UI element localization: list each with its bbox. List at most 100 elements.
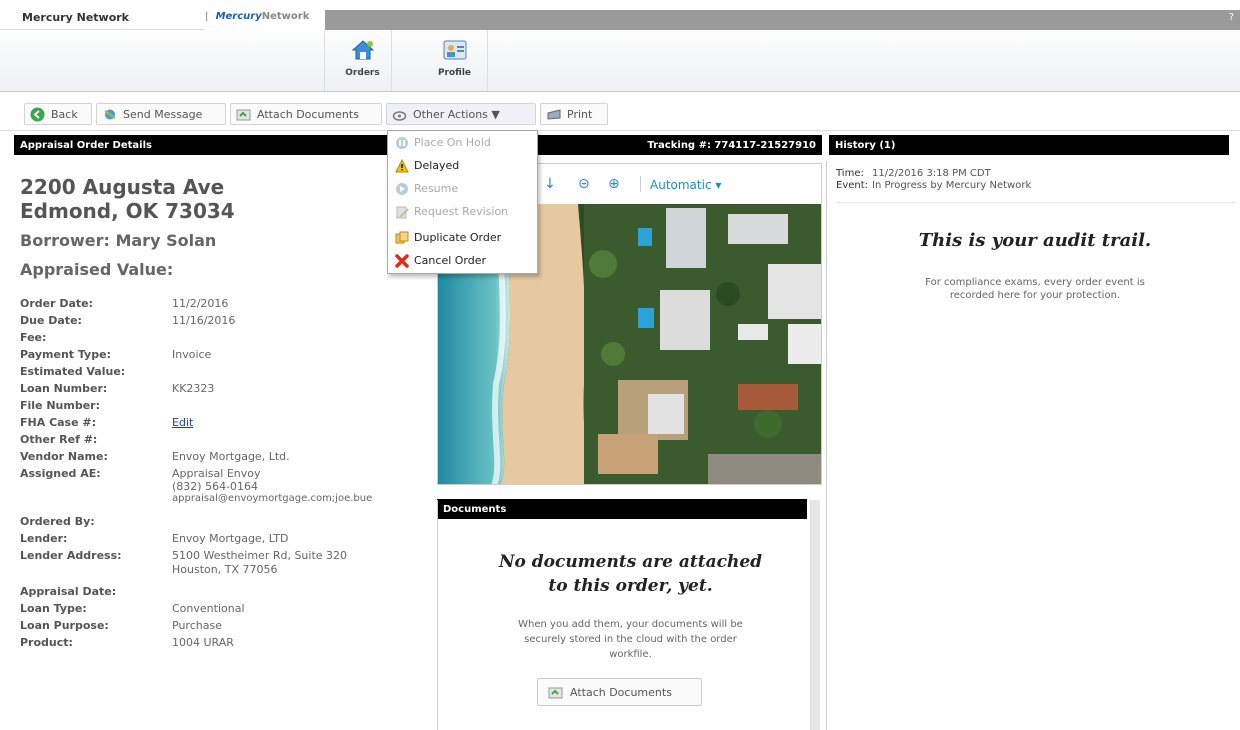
title-strip bbox=[325, 10, 1240, 30]
resume-icon bbox=[396, 183, 408, 195]
detail-label: Order Date: bbox=[20, 297, 94, 310]
detail-value: Purchase bbox=[172, 619, 222, 632]
documents-empty-title-2: to this order, yet. bbox=[548, 576, 713, 596]
top-bar: Mercury Network | MercuryNetwork ? bbox=[0, 0, 1240, 30]
audit-trail-text: For compliance exams, every order event … bbox=[870, 276, 1200, 302]
attach-documents-panel-button[interactable]: Attach Documents bbox=[537, 678, 702, 706]
attach-documents-button[interactable]: Attach Documents bbox=[230, 103, 382, 125]
detail-value: Envoy Mortgage, Ltd. bbox=[172, 450, 290, 463]
detail-value: Envoy Mortgage, LTD bbox=[172, 532, 289, 545]
tab-label-network: Network bbox=[261, 11, 310, 22]
profile-icon bbox=[443, 40, 466, 60]
orders-label: Orders bbox=[345, 68, 380, 78]
detail-label: Due Date: bbox=[20, 314, 82, 327]
print-label: Print bbox=[567, 108, 593, 121]
address-line-2: Edmond, OK 73034 bbox=[20, 199, 235, 223]
help-icon[interactable]: ? bbox=[1229, 12, 1234, 23]
attach-documents-panel-label: Attach Documents bbox=[570, 686, 672, 699]
menu-item-label: Delayed bbox=[414, 159, 460, 172]
documents-empty-text-1: When you add them, your documents will b… bbox=[518, 619, 743, 630]
send-message-icon bbox=[104, 109, 116, 120]
detail-value: Appraisal Envoy bbox=[172, 467, 261, 480]
detail-label: Product: bbox=[20, 636, 73, 649]
documents-empty-text-2: securely stored in the cloud with the or… bbox=[524, 634, 737, 645]
appraised-value: Appraised Value: bbox=[20, 260, 174, 279]
address-line-1: 2200 Augusta Ave bbox=[20, 175, 225, 199]
attach-documents-label: Attach Documents bbox=[257, 108, 359, 121]
menu-item-request-revision[interactable]: Request Revision bbox=[388, 200, 537, 224]
audit-trail-title: This is your audit trail. bbox=[918, 230, 1152, 251]
history-header: History (1) bbox=[829, 135, 1229, 155]
duplicate-icon bbox=[395, 231, 409, 244]
detail-label: Payment Type: bbox=[20, 348, 111, 361]
tab-separator: | bbox=[205, 11, 209, 22]
detail-label: File Number: bbox=[20, 399, 101, 412]
menu-item-label: Request Revision bbox=[414, 205, 509, 218]
map-mode-select[interactable]: Automatic ▾ bbox=[650, 178, 721, 192]
print-button[interactable]: Print bbox=[540, 103, 608, 125]
detail-label: Appraisal Date: bbox=[20, 585, 117, 598]
menu-item-label: Place On Hold bbox=[414, 136, 491, 149]
history-title: History (1) bbox=[835, 140, 896, 151]
action-toolbar: Back Send Message Attach Documents Other… bbox=[0, 97, 1240, 131]
mercury-network-tab[interactable]: | MercuryNetwork bbox=[205, 0, 325, 30]
place-on-hold-icon bbox=[396, 137, 408, 149]
documents-panel: No documents are attached to this order,… bbox=[437, 500, 822, 730]
history-time-label: Time: bbox=[836, 168, 864, 179]
map-toolbar-separator bbox=[640, 176, 641, 192]
detail-value: 1004 URAR bbox=[172, 636, 234, 649]
history-event-value: In Progress by Mercury Network bbox=[872, 180, 1032, 191]
map-download-icon[interactable]: ↓ bbox=[544, 176, 560, 192]
map-zoom-in-icon[interactable]: ⊕ bbox=[608, 176, 624, 192]
brand-label: Mercury Network bbox=[0, 0, 205, 30]
borrower-name: Borrower: Mary Solan bbox=[20, 231, 217, 250]
warning-icon bbox=[395, 159, 409, 173]
app-window: Mercury Network | MercuryNetwork ? Order… bbox=[0, 0, 1240, 730]
menu-item-delayed[interactable]: Delayed bbox=[388, 154, 537, 178]
send-message-button[interactable]: Send Message bbox=[96, 103, 226, 125]
detail-label: Vendor Name: bbox=[20, 450, 108, 463]
orders-button[interactable]: Orders bbox=[334, 30, 392, 91]
menu-item-resume[interactable]: Resume bbox=[388, 177, 537, 201]
documents-scrollbar[interactable] bbox=[810, 500, 820, 730]
menu-item-duplicate-order[interactable]: Duplicate Order bbox=[388, 226, 537, 250]
map-comment-icon[interactable]: ⊝ bbox=[578, 176, 594, 192]
detail-label: FHA Case #: bbox=[20, 416, 97, 429]
profile-label: Profile bbox=[437, 68, 472, 78]
documents-empty-text-3: workfile. bbox=[609, 649, 652, 660]
audit-text-line-2: recorded here for your protection. bbox=[949, 290, 1121, 301]
documents-empty-title-1: No documents are attached bbox=[498, 552, 763, 572]
tracking-number: Tracking #: 774117-21527910 bbox=[647, 140, 816, 151]
detail-label: Estimated Value: bbox=[20, 365, 126, 378]
detail-value: Conventional bbox=[172, 602, 245, 615]
other-actions-button[interactable]: Other Actions ▼ bbox=[386, 103, 536, 125]
detail-label: Lender Address: bbox=[20, 549, 122, 562]
history-time-value: 11/2/2016 3:18 PM CDT bbox=[872, 168, 991, 179]
menu-item-place-on-hold[interactable]: Place On Hold bbox=[388, 131, 537, 155]
cancel-icon bbox=[395, 254, 409, 268]
attach-icon bbox=[548, 687, 563, 699]
other-actions-icon bbox=[392, 111, 407, 121]
detail-label: Loan Number: bbox=[20, 382, 108, 395]
detail-value: appraisal@envoymortgage.com;joe.bue bbox=[172, 493, 373, 504]
detail-label: Fee: bbox=[20, 331, 47, 344]
detail-label: Lender: bbox=[20, 532, 68, 545]
profile-button[interactable]: Profile bbox=[422, 30, 488, 91]
back-button[interactable]: Back bbox=[24, 103, 92, 125]
menu-item-cancel-order[interactable]: Cancel Order bbox=[388, 249, 537, 273]
detail-value: 11/2/2016 bbox=[172, 297, 229, 310]
tab-label-mercury: Mercury bbox=[215, 11, 262, 22]
back-arrow-icon bbox=[30, 107, 45, 122]
detail-value: Houston, TX 77056 bbox=[172, 563, 278, 576]
detail-value: KK2323 bbox=[172, 382, 215, 395]
fha-edit-link[interactable]: Edit bbox=[172, 416, 193, 429]
back-label: Back bbox=[51, 108, 78, 121]
detail-label: Ordered By: bbox=[20, 515, 95, 528]
detail-label: Loan Purpose: bbox=[20, 619, 109, 632]
order-details-panel: 2200 Augusta Ave Edmond, OK 73034 Borrow… bbox=[14, 155, 434, 730]
menu-item-label: Resume bbox=[414, 182, 459, 195]
attach-icon bbox=[236, 109, 251, 121]
revision-icon bbox=[396, 206, 409, 219]
order-details-title: Appraisal Order Details bbox=[20, 140, 152, 151]
audit-text-line-1: For compliance exams, every order event … bbox=[925, 277, 1145, 288]
